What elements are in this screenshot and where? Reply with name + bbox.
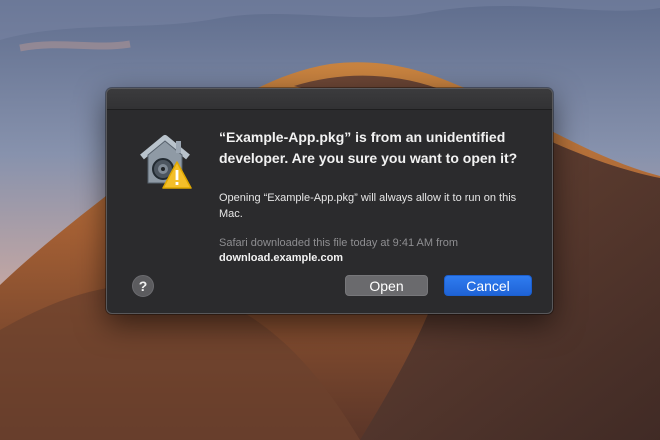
help-button[interactable]: ?	[132, 275, 154, 297]
dialog-title: “Example-App.pkg” is from an unidentifie…	[219, 129, 518, 166]
security-alert-dialog: “Example-App.pkg” is from an unidentifie…	[106, 88, 553, 314]
desktop: “Example-App.pkg” is from an unidentifie…	[0, 0, 660, 440]
gatekeeper-house-icon	[135, 133, 199, 193]
cancel-button[interactable]: Cancel	[444, 275, 532, 296]
download-source-host: download.example.com	[219, 252, 344, 264]
download-source-text: Safari downloaded this file today at 9:4…	[219, 237, 459, 249]
dialog-titlebar	[107, 89, 552, 110]
open-button[interactable]: Open	[345, 275, 428, 296]
dialog-message: Opening “Example-App.pkg” will always al…	[219, 192, 517, 220]
warning-triangle-icon	[162, 161, 192, 189]
